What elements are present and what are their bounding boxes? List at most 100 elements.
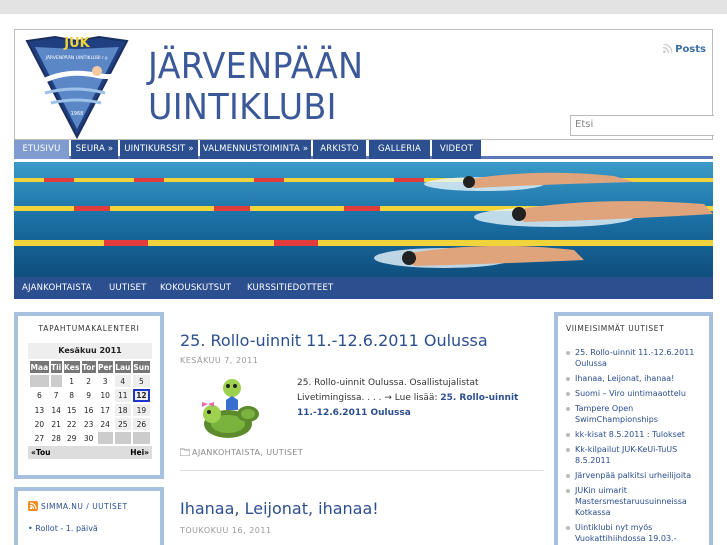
recent-news-title: VIIMEISIMMÄT UUTISET: [566, 324, 665, 333]
nav-item-valmennustoiminta[interactable]: VALMENNUSTOIMINTA »: [200, 140, 311, 159]
calendar-day[interactable]: 18: [114, 404, 131, 416]
club-logo[interactable]: JUK JÄRVENPÄÄN UINTIKLUBI r.y. 1968: [25, 33, 129, 139]
posts-rss-link[interactable]: Posts: [663, 44, 706, 55]
calendar-day[interactable]: 27: [30, 432, 49, 444]
weekday-header: Lau: [114, 361, 131, 373]
svg-text:JÄRVENPÄÄN UINTIKLUBI r.y.: JÄRVENPÄÄN UINTIKLUBI r.y.: [45, 54, 109, 61]
calendar-day[interactable]: 14: [50, 404, 62, 416]
rss-feed-item-text: Rollot - 1. päivä: [35, 524, 98, 533]
post-categories-text[interactable]: AJANKOHTAISTA, UUTISET: [192, 448, 303, 457]
weekday-header: Per: [97, 361, 113, 373]
event-calendar: Kesäkuu 2011 Maa Tii Kes Tor Per Lau Sun…: [28, 343, 152, 459]
recent-news-item[interactable]: Kk-kilpailut JUK-KeUi-TuUS 8.5.2011: [566, 444, 709, 466]
recent-news-item[interactable]: 25. Rollo-uinnit 11.-12.6.2011 Oulussa: [566, 347, 709, 369]
calendar-day[interactable]: 13: [30, 404, 49, 416]
calendar-widget-title: TAPAHTUMAKALENTERI: [38, 324, 140, 333]
recent-news-item[interactable]: Uintiklubi nyt myös Vuokattihiihdossa 19…: [566, 522, 709, 544]
weekday-header: Tor: [81, 361, 96, 373]
post-separator: [180, 470, 544, 471]
post-title[interactable]: Ihanaa, Leijonat, ihanaa!: [180, 499, 379, 518]
site-title-line1: JÄRVENPÄÄN: [148, 46, 364, 87]
calendar-day-empty: [114, 432, 131, 444]
search-placeholder: Etsi: [575, 119, 594, 130]
nav-item-seura[interactable]: SEURA »: [71, 140, 118, 159]
calendar-month: Kesäkuu 2011: [28, 343, 152, 359]
browser-top-bar: [0, 0, 727, 14]
turtle-thumbnail[interactable]: [190, 374, 272, 442]
subnav-item-uutiset[interactable]: UUTISET: [109, 277, 147, 299]
calendar-day[interactable]: 1: [63, 375, 80, 387]
subnav-item-ajankohtaista[interactable]: AJANKOHTAISTA: [22, 277, 92, 299]
calendar-day[interactable]: 28: [50, 432, 62, 444]
weekday-header: Kes: [63, 361, 80, 373]
subnav-item-kokouskutsut[interactable]: KOKOUSKUTSUT: [160, 277, 231, 299]
subnav-item-kurssitiedotteet[interactable]: KURSSITIEDOTTEET: [247, 277, 333, 299]
nav-item-galleria[interactable]: GALLERIA: [369, 140, 430, 159]
rss-feed-widget: SIMMA.NU / UUTISET • Rollot - 1. päivä: [14, 487, 164, 545]
svg-text:JUK: JUK: [63, 36, 90, 51]
weekday-header: Maa: [30, 361, 49, 373]
calendar-widget: TAPAHTUMAKALENTERI Kesäkuu 2011 Maa Tii …: [14, 312, 164, 479]
rss-icon: [663, 44, 673, 53]
svg-text:1968: 1968: [71, 111, 84, 117]
recent-news-item[interactable]: Tampere Open SwimChampionships: [566, 403, 709, 425]
recent-news-item[interactable]: JUKin uimarit Mastersmestaruusuinneissa …: [566, 485, 709, 518]
calendar-day[interactable]: 7: [50, 389, 62, 402]
calendar-day[interactable]: 15: [63, 404, 80, 416]
post-date: KESÄKUU 7, 2011: [180, 356, 259, 365]
calendar-day[interactable]: 26: [132, 418, 150, 430]
nav-item-etusivu[interactable]: ETUSIVU: [14, 140, 69, 159]
calendar-day[interactable]: 11: [114, 389, 131, 402]
calendar-day-empty: [30, 375, 49, 387]
calendar-day[interactable]: 2: [81, 375, 96, 387]
site-title-line2: UINTIKLUBI: [148, 87, 337, 128]
weekday-header: Sun: [132, 361, 150, 373]
calendar-day-today[interactable]: 12: [132, 389, 150, 402]
main-navigation: ETUSIVU SEURA » UINTIKURSSIT » VALMENNUS…: [14, 140, 713, 159]
calendar-day[interactable]: 9: [81, 389, 96, 402]
calendar-prev-month[interactable]: «Tou: [31, 448, 50, 457]
calendar-day[interactable]: 5: [132, 375, 150, 387]
nav-item-videot[interactable]: VIDEOT: [432, 140, 481, 159]
calendar-day[interactable]: 30: [81, 432, 96, 444]
calendar-day[interactable]: 20: [30, 418, 49, 430]
search-input[interactable]: Etsi: [570, 115, 714, 136]
calendar-day[interactable]: 3: [97, 375, 113, 387]
calendar-day[interactable]: 22: [63, 418, 80, 430]
calendar-day[interactable]: 8: [63, 389, 80, 402]
calendar-day-empty: [50, 375, 62, 387]
post-categories: AJANKOHTAISTA, UUTISET: [179, 448, 303, 457]
rss-widget-title-text: SIMMA.NU / UUTISET: [41, 502, 128, 511]
calendar-day[interactable]: 10: [97, 389, 113, 402]
nav-item-uintikurssit[interactable]: UINTIKURSSIT »: [120, 140, 198, 159]
nav-item-arkisto[interactable]: ARKISTO: [313, 140, 366, 159]
site-title[interactable]: JÄRVENPÄÄN UINTIKLUBI: [148, 46, 363, 128]
sub-navigation: AJANKOHTAISTA UUTISET KOKOUSKUTSUT KURSS…: [14, 277, 713, 299]
calendar-day[interactable]: 29: [63, 432, 80, 444]
recent-news-item[interactable]: Suomi – Viro uintimaaottelu: [566, 388, 709, 399]
weekday-header: Tii: [50, 361, 62, 373]
recent-news-list: 25. Rollo-uinnit 11.-12.6.2011 Oulussa I…: [566, 347, 709, 544]
rss-widget-title[interactable]: SIMMA.NU / UUTISET: [28, 501, 128, 511]
calendar-day[interactable]: 25: [114, 418, 131, 430]
recent-news-item[interactable]: Ihanaa, Leijonat, ihanaa!: [566, 373, 709, 384]
swimmers-banner-image: [14, 162, 713, 277]
calendar-day[interactable]: 6: [30, 389, 49, 402]
calendar-day[interactable]: 19: [132, 404, 150, 416]
recent-news-item[interactable]: Järvenpää palkitsi urheilijoita: [566, 470, 709, 481]
recent-news-item[interactable]: kk-kisat 8.5.2011 : Tulokset: [566, 429, 709, 440]
rss-feed-item[interactable]: • Rollot - 1. päivä: [28, 524, 98, 533]
calendar-day[interactable]: 4: [114, 375, 131, 387]
calendar-day[interactable]: 21: [50, 418, 62, 430]
site-header: JUK JÄRVENPÄÄN UINTIKLUBI r.y. 1968 JÄRV…: [14, 29, 714, 140]
post-excerpt: 25. Rollo-uinnit Oulussa. Osallistujalis…: [297, 376, 545, 421]
calendar-day[interactable]: 16: [81, 404, 96, 416]
calendar-day[interactable]: 17: [97, 404, 113, 416]
calendar-day[interactable]: 24: [97, 418, 113, 430]
post-title[interactable]: 25. Rollo-uinnit 11.-12.6.2011 Oulussa: [180, 331, 488, 350]
calendar-day[interactable]: 23: [81, 418, 96, 430]
folder-icon: [179, 448, 191, 457]
rss-feed-icon: [28, 501, 38, 511]
calendar-next-month[interactable]: Hei»: [130, 448, 149, 457]
calendar-footer: «Tou Hei»: [28, 446, 152, 459]
